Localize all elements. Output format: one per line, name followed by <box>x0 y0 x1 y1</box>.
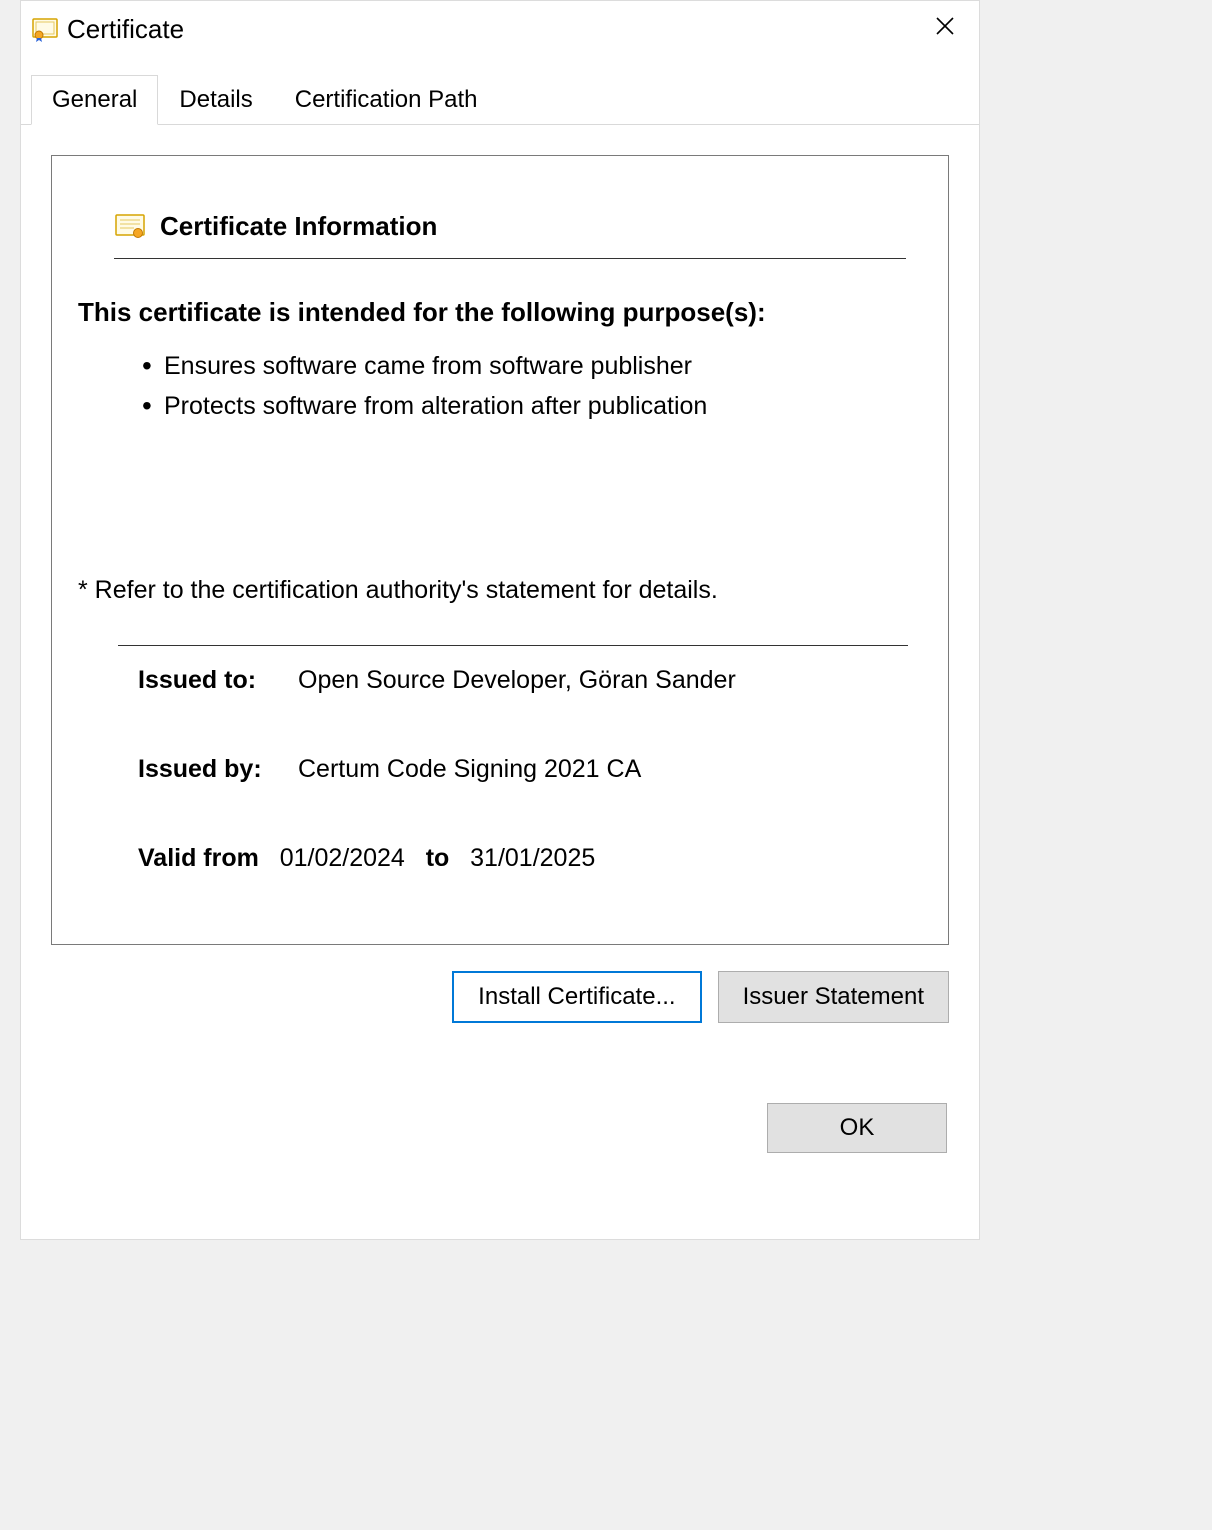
issued-by-row: Issued by: Certum Code Signing 2021 CA <box>138 755 922 784</box>
valid-from-label: Valid from <box>138 844 259 872</box>
action-buttons: Install Certificate... Issuer Statement <box>51 971 949 1023</box>
tabs: General Details Certification Path <box>21 77 979 125</box>
titlebar: Certificate <box>21 1 979 57</box>
details-grid: Issued to: Open Source Developer, Göran … <box>138 666 922 873</box>
tab-content: Certificate Information This certificate… <box>21 124 979 1239</box>
validity-row: Valid from 01/02/2024 to 31/01/2025 <box>138 844 922 873</box>
tab-general[interactable]: General <box>31 75 158 125</box>
issued-by-value: Certum Code Signing 2021 CA <box>298 755 641 784</box>
validity-text: Valid from 01/02/2024 to 31/01/2025 <box>138 844 595 873</box>
issued-to-label: Issued to: <box>138 666 298 695</box>
divider <box>118 645 908 646</box>
purposes-heading: This certificate is intended for the fol… <box>78 297 922 328</box>
purpose-item: Protects software from alteration after … <box>142 386 922 426</box>
certificate-icon <box>31 15 59 43</box>
tab-details[interactable]: Details <box>158 75 273 125</box>
cert-info-header: Certificate Information <box>114 211 906 259</box>
certificate-icon <box>114 213 146 241</box>
valid-to-value: 31/01/2025 <box>470 844 595 872</box>
valid-from-value: 01/02/2024 <box>280 844 405 872</box>
tab-certification-path[interactable]: Certification Path <box>274 75 499 125</box>
issued-by-label: Issued by: <box>138 755 298 784</box>
issued-to-row: Issued to: Open Source Developer, Göran … <box>138 666 922 695</box>
install-certificate-button[interactable]: Install Certificate... <box>452 971 701 1023</box>
ok-row: OK <box>51 1103 949 1153</box>
issuer-statement-button[interactable]: Issuer Statement <box>718 971 949 1023</box>
certificate-info-box: Certificate Information This certificate… <box>51 155 949 945</box>
issued-to-value: Open Source Developer, Göran Sander <box>298 666 736 695</box>
footnote: * Refer to the certification authority's… <box>78 576 922 605</box>
certificate-dialog: Certificate General Details Certificatio… <box>20 0 980 1240</box>
purposes-list: Ensures software came from software publ… <box>142 346 922 426</box>
valid-to-label: to <box>426 844 450 872</box>
close-button[interactable] <box>925 10 965 48</box>
titlebar-left: Certificate <box>31 14 184 45</box>
ok-button[interactable]: OK <box>767 1103 947 1153</box>
cert-info-title: Certificate Information <box>160 211 437 242</box>
window-title: Certificate <box>67 14 184 45</box>
purpose-item: Ensures software came from software publ… <box>142 346 922 386</box>
